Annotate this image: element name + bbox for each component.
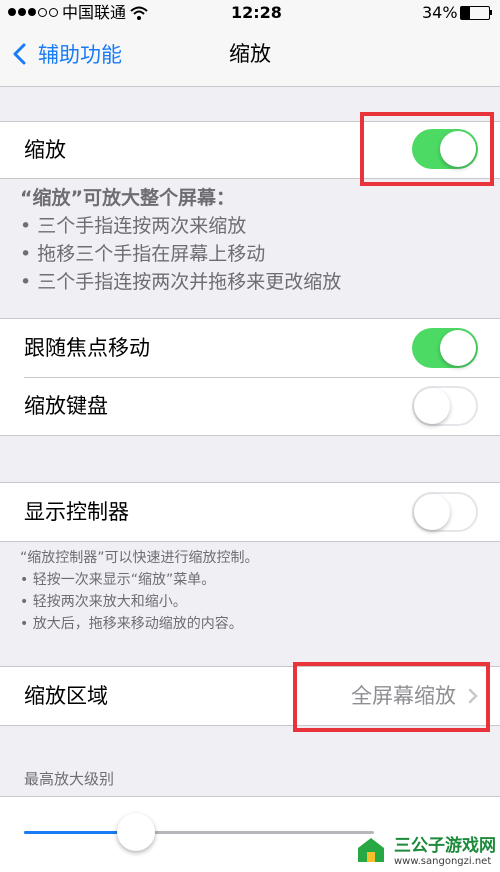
- zoom-footer-title: “缩放”可放大整个屏幕：: [20, 187, 235, 209]
- zoom-footer-item: • 三个手指连按两次并拖移来更改缩放: [20, 271, 342, 293]
- signal-strength-icon: [8, 8, 58, 17]
- zoom-label: 缩放: [24, 138, 66, 162]
- controller-group: 显示控制器: [0, 482, 500, 542]
- battery-icon: [460, 6, 490, 20]
- carrier-name: 中国联通: [62, 3, 127, 22]
- wifi-icon: [130, 6, 148, 20]
- zoom-keyboard-row: 缩放键盘: [0, 377, 500, 435]
- follow-focus-row: 跟随焦点移动: [0, 319, 500, 377]
- watermark: 三公子游戏网 www.sangongzi.net: [354, 831, 496, 867]
- battery-tip: [490, 10, 492, 15]
- zoom-footer-item: • 三个手指连按两次来缩放: [20, 215, 247, 237]
- controller-footer-item: • 轻按两次来放大和缩小。: [20, 594, 187, 610]
- highlight-box: [293, 662, 490, 732]
- controller-row: 显示控制器: [0, 483, 500, 541]
- toggle-knob: [414, 388, 450, 424]
- controller-label: 显示控制器: [24, 500, 129, 524]
- zoom-slider-track[interactable]: [24, 831, 374, 834]
- zoom-slider-thumb[interactable]: [117, 813, 155, 851]
- controller-toggle[interactable]: [412, 492, 478, 532]
- highlight-box: [360, 112, 494, 186]
- controller-footer-item: • 放大后，拖移来移动缩放的内容。: [20, 616, 243, 632]
- follow-focus-toggle[interactable]: [412, 328, 478, 368]
- watermark-title: 三公子游戏网: [394, 836, 496, 856]
- battery-percent: 34%: [422, 3, 458, 22]
- zoom-footer-item: • 拖移三个手指在屏幕上移动: [20, 243, 266, 265]
- controller-footer-item: • 轻按一次来显示“缩放”菜单。: [20, 572, 216, 588]
- controller-footer-title: “缩放控制器”可以快速进行缩放控制。: [20, 550, 259, 566]
- watermark-url: www.sangongzi.net: [394, 856, 492, 867]
- focus-keyboard-group: 跟随焦点移动 缩放键盘: [0, 318, 500, 436]
- page-title: 缩放: [229, 42, 271, 66]
- toggle-knob: [414, 494, 450, 530]
- toggle-knob: [440, 330, 476, 366]
- zoom-keyboard-toggle[interactable]: [412, 386, 478, 426]
- clock: 12:28: [231, 3, 282, 22]
- follow-focus-label: 跟随焦点移动: [24, 336, 150, 360]
- logo-icon: [358, 838, 384, 862]
- zoom-keyboard-label: 缩放键盘: [24, 394, 108, 418]
- max-zoom-header: 最高放大级别: [24, 770, 115, 788]
- zoom-region-label: 缩放区域: [24, 684, 108, 708]
